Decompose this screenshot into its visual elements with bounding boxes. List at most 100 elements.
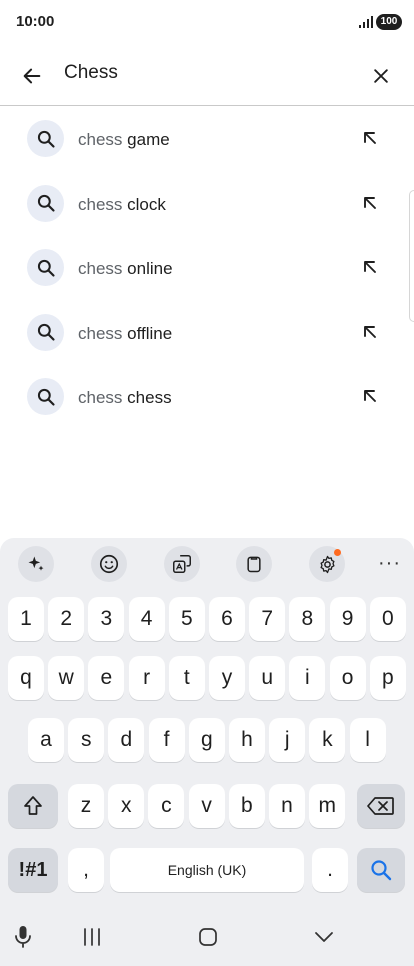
fill-query-button[interactable] <box>359 385 381 407</box>
key-n[interactable]: n <box>269 784 305 828</box>
emoji-button[interactable] <box>91 546 127 582</box>
key-j[interactable]: j <box>269 718 306 762</box>
key-4[interactable]: 4 <box>128 597 165 641</box>
keyboard-toolbar: ··· <box>0 538 414 590</box>
key-3[interactable]: 3 <box>88 597 125 641</box>
key-x[interactable]: x <box>108 784 145 828</box>
north-west-arrow-icon <box>364 132 376 144</box>
navigation-bar <box>0 904 414 966</box>
fill-query-button[interactable] <box>359 321 381 343</box>
key-9[interactable]: 9 <box>329 597 366 641</box>
north-west-arrow-icon <box>364 390 376 402</box>
key-a[interactable]: a <box>28 718 64 762</box>
keyboard: ··· 1234567890 qwertyuiop asdfghjkl zxcvbnm… <box>0 538 414 904</box>
key-b[interactable]: b <box>228 784 265 828</box>
key-6[interactable]: 6 <box>209 597 245 641</box>
suggestion-query: chess <box>78 259 123 278</box>
close-icon <box>374 69 388 83</box>
shift-key[interactable] <box>8 784 58 828</box>
search-icon <box>27 378 64 415</box>
key-r[interactable]: r <box>128 656 165 700</box>
key-5[interactable]: 5 <box>168 597 205 641</box>
key-t[interactable]: t <box>168 656 205 700</box>
suggestion-item[interactable]: chess clock <box>0 172 414 237</box>
key-d[interactable]: d <box>108 718 145 762</box>
suggestion-item[interactable]: chess online <box>0 236 414 301</box>
key-2[interactable]: 2 <box>48 597 85 641</box>
space-bar[interactable]: English (UK) <box>110 848 304 892</box>
key-m[interactable]: m <box>309 784 346 828</box>
suggestion-completion: clock <box>127 194 166 214</box>
search-action-key[interactable] <box>357 848 405 892</box>
suggestion-item[interactable]: chess game <box>0 107 414 172</box>
status-time: 10:00 <box>16 13 55 30</box>
suggestion-completion: chess <box>127 388 172 407</box>
north-west-arrow-icon <box>364 261 376 273</box>
clipboard-icon <box>247 556 261 573</box>
key-i[interactable]: i <box>289 656 326 700</box>
more-options-icon[interactable]: ··· <box>378 552 401 575</box>
key-u[interactable]: u <box>249 656 286 700</box>
key-0[interactable]: 0 <box>369 597 406 641</box>
suggestion-query: chess <box>78 388 123 407</box>
key-l[interactable]: l <box>349 718 386 762</box>
clear-search-button[interactable] <box>366 61 396 91</box>
key-c[interactable]: c <box>148 784 185 828</box>
search-icon <box>27 184 64 222</box>
key-h[interactable]: h <box>229 718 265 762</box>
back-button[interactable] <box>17 61 47 91</box>
key-w[interactable]: w <box>48 656 85 700</box>
battery-icon: 100 <box>376 14 402 30</box>
key-y[interactable]: y <box>209 656 245 700</box>
clipboard-button[interactable] <box>236 546 272 582</box>
back-arrow-icon <box>23 68 41 84</box>
suggestion-label: chess game <box>78 130 170 150</box>
settings-button[interactable] <box>309 546 345 582</box>
key-g[interactable]: g <box>188 718 225 762</box>
key-o[interactable]: o <box>329 656 366 700</box>
search-bar: Chess <box>0 44 414 106</box>
key-k[interactable]: k <box>309 718 346 762</box>
search-icon <box>27 249 64 286</box>
suggestion-completion: game <box>127 130 170 149</box>
search-icon <box>27 313 64 351</box>
suggestion-label: chess online <box>78 259 173 279</box>
scroll-handle[interactable] <box>409 190 414 322</box>
suggestion-completion: offline <box>127 323 173 343</box>
key-s[interactable]: s <box>68 718 105 762</box>
key-z[interactable]: z <box>68 784 104 828</box>
key-comma[interactable]: , <box>68 848 104 892</box>
key-q[interactable]: q <box>8 656 44 700</box>
key-8[interactable]: 8 <box>289 597 326 641</box>
ai-tools-button[interactable] <box>18 546 54 582</box>
recents-button[interactable] <box>77 924 107 950</box>
hide-keyboard-button[interactable] <box>309 924 339 950</box>
key-v[interactable]: v <box>188 784 225 828</box>
symbols-key[interactable]: !#1 <box>8 848 58 892</box>
key-1[interactable]: 1 <box>8 597 44 641</box>
backspace-key[interactable] <box>357 784 405 828</box>
status-bar: 10:00 100 <box>0 0 414 44</box>
translate-button[interactable] <box>164 546 200 582</box>
home-button[interactable] <box>193 924 223 950</box>
key-7[interactable]: 7 <box>249 597 286 641</box>
search-icon <box>371 860 392 881</box>
sparkle-icon <box>28 556 44 571</box>
fill-query-button[interactable] <box>359 256 381 278</box>
voice-input-button[interactable] <box>8 924 38 950</box>
key-f[interactable]: f <box>148 718 185 762</box>
key-period[interactable]: . <box>312 848 348 892</box>
key-e[interactable]: e <box>88 656 125 700</box>
suggestion-completion: online <box>127 259 173 278</box>
suggestion-item[interactable]: chess chess <box>0 365 414 430</box>
search-input[interactable]: Chess <box>64 62 118 84</box>
suggestion-list: chess game chess clock chess online chess o… <box>0 107 414 430</box>
settings-icon <box>319 555 335 573</box>
suggestion-item[interactable]: chess offline <box>0 301 414 366</box>
backspace-icon <box>367 797 394 815</box>
hide-keyboard-icon <box>315 932 333 942</box>
fill-query-button[interactable] <box>359 127 381 149</box>
key-p[interactable]: p <box>369 656 406 700</box>
fill-query-button[interactable] <box>359 192 381 214</box>
translate-icon <box>173 555 191 573</box>
